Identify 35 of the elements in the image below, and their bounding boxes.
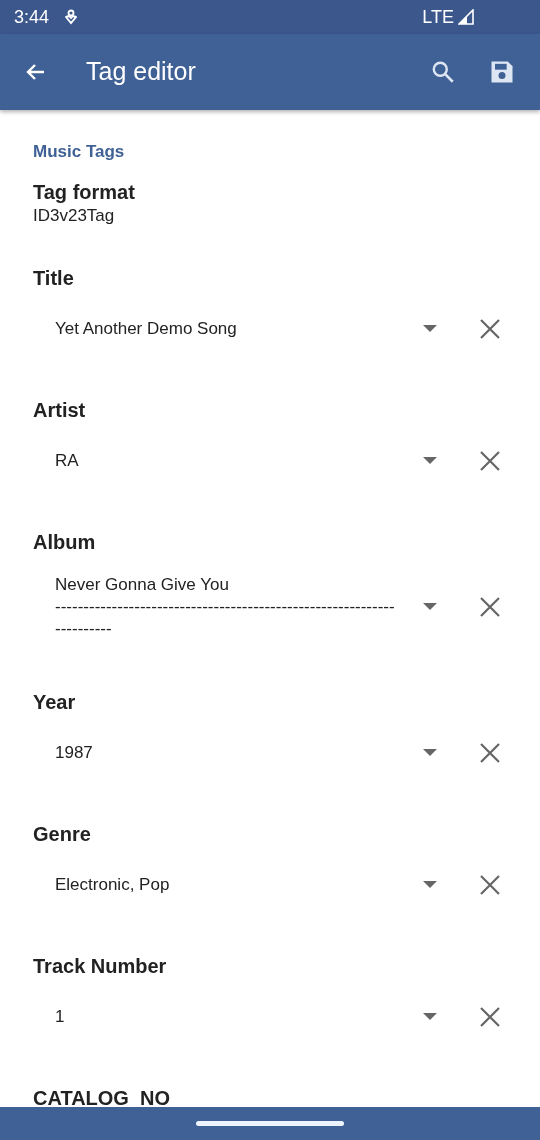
close-icon[interactable] <box>479 874 501 896</box>
close-icon[interactable] <box>479 318 501 340</box>
field-value: ID3v23Tag <box>33 205 116 227</box>
signal-icon <box>458 9 474 25</box>
input-field[interactable]: Yet Another Demo Song <box>55 318 395 340</box>
network-label: LTE <box>422 5 454 29</box>
close-icon[interactable] <box>479 596 501 618</box>
close-icon[interactable] <box>479 1006 501 1028</box>
field-label: CATALOG_NO <box>33 1086 172 1107</box>
field-label: Year <box>33 690 77 714</box>
input-field[interactable]: 1 <box>55 1006 395 1028</box>
dropdown-caret-icon[interactable] <box>423 1013 437 1021</box>
app-title: Tag editor <box>86 56 196 88</box>
input-field[interactable]: Electronic, Pop <box>55 874 395 896</box>
input-field[interactable]: RA <box>55 450 395 472</box>
dropdown-caret-icon[interactable] <box>423 881 437 889</box>
dropdown-caret-icon[interactable] <box>423 457 437 465</box>
field-label: Title <box>33 266 75 290</box>
field-label: Track Number <box>33 954 168 978</box>
clock: 3:44 <box>14 5 50 29</box>
field-label: Album <box>33 530 97 554</box>
search-icon[interactable] <box>430 59 456 85</box>
dropdown-caret-icon[interactable] <box>423 749 437 757</box>
field-label: Tag format <box>33 180 136 204</box>
input-field[interactable]: 1987 <box>55 742 395 764</box>
dropdown-caret-icon[interactable] <box>423 325 437 333</box>
dropdown-caret-icon[interactable] <box>423 603 437 611</box>
notification-icon <box>65 9 78 25</box>
field-label: Artist <box>33 398 87 422</box>
input-field[interactable]: Never Gonna Give You ---------------------------------------------------------------------- <box>55 574 395 640</box>
close-icon[interactable] <box>479 742 501 764</box>
section-title: Music Tags <box>33 141 126 163</box>
field-label: Genre <box>33 822 92 846</box>
home-handle[interactable] <box>196 1121 344 1126</box>
close-icon[interactable] <box>479 450 501 472</box>
